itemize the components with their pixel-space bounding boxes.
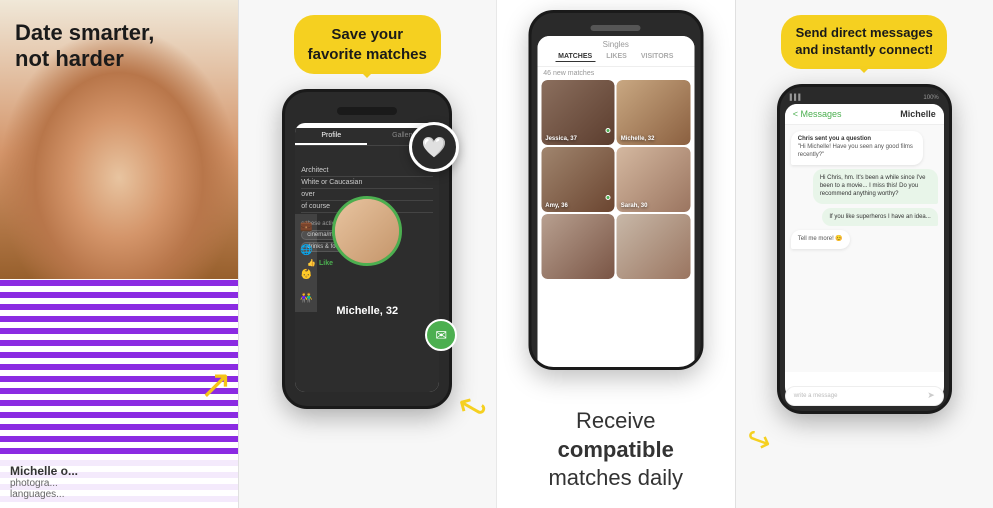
- tab-profile[interactable]: Profile: [295, 128, 367, 145]
- speech-bubble: Save your favorite matches: [294, 15, 441, 74]
- speech-connect-text: and instantly connect!: [795, 42, 933, 57]
- online-dot-amy: [606, 195, 611, 200]
- like-label: Like: [319, 260, 333, 267]
- globe-icon: 🌐: [298, 243, 314, 259]
- bottom-text-container: Receive compatible matches daily: [497, 407, 735, 493]
- bottom-headline: Receive compatible matches daily: [497, 407, 735, 493]
- signal-icon: ▌▌▌: [790, 95, 803, 101]
- phone-mockup-4: ▌▌▌ 100% < Messages Michelle Chris sent …: [777, 84, 952, 414]
- child-icon: 👶: [298, 267, 314, 283]
- match-name-amy: Amy, 36: [545, 203, 568, 209]
- headline: Date smarter, not harder: [15, 20, 154, 73]
- message-sent-2: If you like superheros I have an idea...: [822, 208, 937, 226]
- tab-visitors[interactable]: VISITORS: [638, 52, 677, 62]
- msg1-text: "Hi Michelle! Have you seen any good fil…: [798, 143, 916, 160]
- bottom-text-receive: Receive: [576, 408, 655, 433]
- chat-contact-name: Michelle: [900, 109, 936, 119]
- user-name: Michelle o...: [10, 464, 228, 478]
- match-name-jessica: Jessica, 37: [545, 136, 577, 142]
- heart-button[interactable]: 🤍: [409, 122, 459, 172]
- message-icon[interactable]: ✉: [425, 319, 457, 351]
- phone-3-notch: [591, 25, 641, 31]
- panel-messages: Send direct messages and instantly conne…: [735, 0, 993, 508]
- matches-grid: Jessica, 37 Michelle, 32 Amy, 36 Sarah, …: [537, 80, 694, 279]
- online-dot-jessica: [606, 128, 611, 133]
- curly-arrow-icon: ↩: [449, 383, 494, 432]
- speech-bold-text: direct messages: [831, 25, 933, 40]
- battery-indicator: 100%: [923, 95, 938, 101]
- matches-count: 46 new matches: [537, 67, 694, 80]
- chat-input-area[interactable]: write a message ➤: [785, 386, 944, 399]
- speech-bubble-4: Send direct messages and instantly conne…: [781, 15, 947, 69]
- send-icon[interactable]: ➤: [927, 390, 935, 399]
- match-card-amy[interactable]: Amy, 36: [541, 147, 615, 212]
- heart-icon: 🤍: [422, 135, 447, 160]
- speech-bubble-text1: Save your: [331, 26, 403, 43]
- bottom-text-daily: matches daily: [548, 465, 683, 490]
- message-received-1: Chris sent you a question "Hi Michelle! …: [791, 131, 923, 165]
- user-detail-2: languages...: [10, 489, 228, 500]
- detail-occupation: Architect: [301, 165, 433, 177]
- match-card-jessica[interactable]: Jessica, 37: [541, 80, 615, 145]
- match-photo-5: [541, 214, 615, 279]
- chat-header: < Messages Michelle: [785, 104, 944, 125]
- match-name-sarah: Sarah, 30: [621, 203, 648, 209]
- detail-ethnicity: White or Caucasian: [301, 177, 433, 189]
- envelope-icon: ✉: [435, 327, 447, 344]
- matches-tabs: MATCHES LIKES VISITORS: [543, 52, 688, 62]
- chat-input-placeholder: write a message: [794, 393, 927, 399]
- tab-likes[interactable]: LIKES: [603, 52, 630, 62]
- match-photo-6: [617, 214, 691, 279]
- briefcase-icon: 💼: [298, 219, 314, 235]
- sidebar-icons: 💼 🌐 👶 👫: [295, 214, 317, 312]
- user-info-bar: Michelle o... photogra... languages...: [0, 456, 238, 508]
- msg4-text: Tell me more! 😊: [798, 235, 843, 243]
- phone-mockup-3: Singles MATCHES LIKES VISITORS 46 new ma…: [528, 10, 703, 370]
- singles-label: Singles: [543, 40, 688, 49]
- phone-notch: [337, 107, 397, 115]
- headline-line1: Date smarter,: [15, 20, 154, 45]
- match-card-sarah[interactable]: Sarah, 30: [617, 147, 691, 212]
- matches-header: Singles MATCHES LIKES VISITORS: [537, 36, 694, 67]
- speech-bubble-text2: matches: [366, 46, 427, 63]
- user-detail-1: photogra...: [10, 478, 228, 489]
- profile-name: Michelle, 32: [295, 305, 439, 317]
- profile-card: 💼 🌐 👶 👫 Profile Gallery Mich: [295, 128, 439, 392]
- bottom-text-compatible: compatible: [558, 437, 674, 462]
- msg3-text: If you like superheros I have an idea...: [829, 213, 930, 221]
- match-card-michelle[interactable]: Michelle, 32: [617, 80, 691, 145]
- phone-4-screen: < Messages Michelle Chris sent you a que…: [785, 104, 944, 399]
- phone-3-screen: Singles MATCHES LIKES VISITORS 46 new ma…: [537, 36, 694, 370]
- match-card-6[interactable]: [617, 214, 691, 279]
- speech-bubble-bold: favorite: [308, 46, 362, 63]
- headline-container: Date smarter, not harder: [15, 20, 154, 73]
- status-bar: ▌▌▌ 100%: [785, 95, 944, 104]
- match-card-5[interactable]: [541, 214, 615, 279]
- profile-photo: [332, 196, 402, 266]
- headline-line2: not harder: [15, 46, 124, 71]
- msg2-text: Hi Chris, hm. It's been a while since I'…: [820, 174, 931, 199]
- yellow-arrow-4-icon: ↩: [740, 420, 776, 461]
- message-sent-1: Hi Chris, hm. It's been a while since I'…: [813, 169, 938, 204]
- message-received-2: Tell me more! 😊: [791, 230, 850, 248]
- speech-send-text: Send direct messages: [796, 25, 933, 40]
- chat-messages: Chris sent you a question "Hi Michelle! …: [785, 125, 944, 372]
- tab-matches[interactable]: MATCHES: [555, 52, 595, 62]
- match-name-michelle: Michelle, 32: [621, 136, 655, 142]
- panel-matches: Singles MATCHES LIKES VISITORS 46 new ma…: [496, 0, 735, 508]
- background-photo: [0, 0, 238, 508]
- back-button[interactable]: < Messages: [793, 109, 842, 119]
- phone-mockup-2: 💼 🌐 👶 👫 Profile Gallery Mich: [282, 89, 452, 409]
- panel-save-matches: Save your favorite matches 💼 🌐 👶 👫 Profi…: [238, 0, 497, 508]
- panel-date-smarter: Date smarter, not harder Michelle o... p…: [0, 0, 238, 508]
- yellow-arrow-icon: ↗: [199, 362, 233, 408]
- msg-sender: Chris sent you a question: [798, 136, 916, 142]
